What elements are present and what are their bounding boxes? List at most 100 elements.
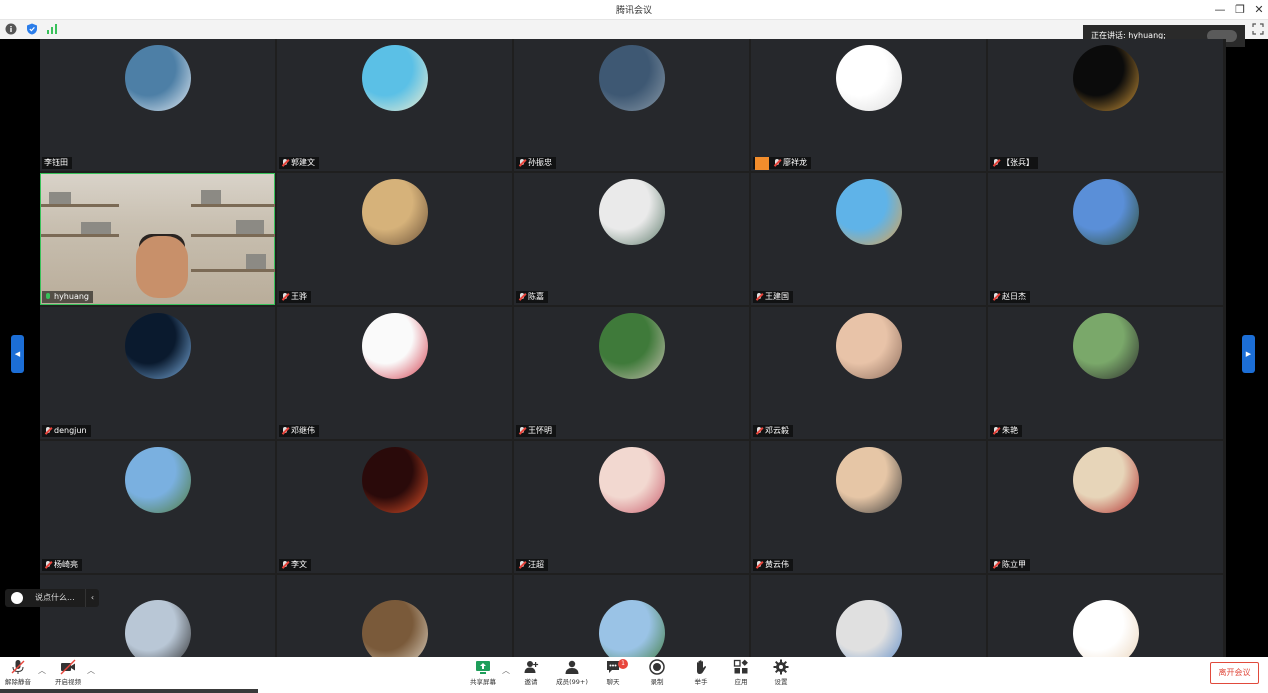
- minimize-icon[interactable]: —: [1212, 2, 1228, 18]
- mic-muted-icon: [281, 292, 289, 302]
- participant-nameplate: 李钰田: [42, 157, 72, 169]
- participant-nameplate: 廖祥龙: [753, 156, 811, 170]
- participant-nameplate: 陈立甲: [990, 559, 1030, 571]
- participant-tile[interactable]: 李钰田: [40, 39, 275, 171]
- participant-tile[interactable]: [988, 575, 1223, 659]
- record-label: 录制: [650, 678, 664, 686]
- settings-button[interactable]: 设置: [764, 659, 798, 691]
- participant-nameplate: 邓继伟: [279, 425, 319, 437]
- participant-tile[interactable]: hyhuang: [40, 173, 275, 305]
- unmute-button[interactable]: 解除静音: [1, 659, 35, 691]
- participant-avatar: [598, 600, 665, 659]
- participant-avatar: [835, 179, 902, 245]
- participant-tile[interactable]: 王怀明: [514, 307, 749, 439]
- participant-tile[interactable]: [277, 575, 512, 659]
- participant-avatar: [361, 45, 428, 111]
- members-label: 成员(99+): [556, 678, 588, 686]
- status-bar: [0, 20, 1268, 39]
- invite-icon: [524, 661, 539, 673]
- participant-name: 邓云毅: [765, 426, 789, 435]
- participant-avatar: [598, 447, 665, 513]
- shield-icon[interactable]: [26, 23, 38, 35]
- participant-nameplate: hyhuang: [42, 291, 93, 303]
- info-icon[interactable]: [5, 23, 17, 35]
- participant-tile[interactable]: 朱艳: [988, 307, 1223, 439]
- participant-tile[interactable]: 邓云毅: [751, 307, 986, 439]
- mic-muted-icon: [518, 426, 526, 436]
- apps-button[interactable]: 应用: [724, 659, 758, 691]
- participant-avatar: [1072, 45, 1139, 111]
- video-options-icon[interactable]: ︿: [87, 665, 95, 676]
- participant-tile[interactable]: 赵日杰: [988, 173, 1223, 305]
- chat-button[interactable]: 1 聊天: [596, 659, 630, 691]
- chat-quick-input[interactable]: 说点什么... ‹: [5, 589, 99, 607]
- participant-name: 赵日杰: [1002, 292, 1026, 301]
- mic-muted-icon: [755, 560, 763, 570]
- mic-muted-icon: [992, 426, 1000, 436]
- participant-tile[interactable]: 孙振忠: [514, 39, 749, 171]
- signal-icon[interactable]: [46, 23, 58, 35]
- start-video-button[interactable]: 开启视频: [51, 659, 85, 691]
- participant-tile[interactable]: 王骅: [277, 173, 512, 305]
- bottom-toolbar: 解除静音 ︿ 开启视频 ︿ 共享屏幕 ︿ 邀请 成员(99+) 1 聊天 录制 …: [0, 657, 1268, 693]
- mic-muted-icon: [992, 560, 1000, 570]
- members-button[interactable]: 成员(99+): [554, 659, 590, 691]
- participant-tile[interactable]: 杨崎亮: [40, 441, 275, 573]
- participant-tile[interactable]: 陈嘉: [514, 173, 749, 305]
- leave-meeting-button[interactable]: 离开会议: [1210, 662, 1259, 684]
- participant-name: 朱艳: [1002, 426, 1018, 435]
- audio-options-icon[interactable]: ︿: [38, 665, 46, 676]
- window-title: 腾讯会议: [615, 6, 652, 16]
- members-icon: [565, 660, 579, 674]
- participant-tile[interactable]: [514, 575, 749, 659]
- chat-label: 聊天: [606, 678, 620, 686]
- participant-name: 杨崎亮: [54, 560, 78, 569]
- invite-button[interactable]: 邀请: [514, 659, 548, 691]
- share-screen-button[interactable]: 共享屏幕: [466, 659, 500, 691]
- participant-tile[interactable]: dengjun: [40, 307, 275, 439]
- participant-tile[interactable]: 黄云伟: [751, 441, 986, 573]
- participant-avatar: [124, 313, 191, 379]
- restore-icon[interactable]: ❐: [1232, 2, 1248, 18]
- emoji-icon[interactable]: [11, 592, 23, 604]
- mic-muted-icon: [518, 560, 526, 570]
- collapse-chat-icon[interactable]: ‹: [85, 589, 99, 607]
- participant-tile[interactable]: 王建国: [751, 173, 986, 305]
- participant-tile[interactable]: 李文: [277, 441, 512, 573]
- chat-placeholder: 说点什么...: [35, 593, 75, 602]
- participant-tile[interactable]: 邓继伟: [277, 307, 512, 439]
- close-icon[interactable]: ✕: [1251, 2, 1267, 18]
- participant-avatar: [361, 313, 428, 379]
- participant-tile[interactable]: [751, 575, 986, 659]
- prev-page-button[interactable]: ◀: [11, 335, 24, 373]
- participant-name: 陈嘉: [528, 292, 544, 301]
- participant-name: 郭建文: [291, 158, 315, 167]
- participant-tile[interactable]: 廖祥龙: [751, 39, 986, 171]
- participant-name: 李文: [291, 560, 307, 569]
- record-button[interactable]: 录制: [640, 659, 674, 691]
- participant-name: 王骅: [291, 292, 307, 301]
- participant-tile[interactable]: 汪超: [514, 441, 749, 573]
- next-page-button[interactable]: ▶: [1242, 335, 1255, 373]
- mic-muted-icon: [755, 426, 763, 436]
- participant-avatar: [598, 179, 665, 245]
- participant-avatar: [124, 600, 191, 659]
- participant-avatar: [1072, 179, 1139, 245]
- share-options-icon[interactable]: ︿: [502, 665, 510, 676]
- participant-nameplate: dengjun: [42, 425, 91, 437]
- taskbar-strip: [0, 689, 258, 693]
- participant-tile[interactable]: 【张兵】: [988, 39, 1223, 171]
- participant-tile[interactable]: 陈立甲: [988, 441, 1223, 573]
- participant-avatar: [1072, 600, 1139, 659]
- mic-active-icon: [44, 292, 52, 302]
- start-video-label: 开启视频: [55, 678, 81, 686]
- mic-muted-icon: [281, 158, 289, 168]
- participant-avatar: [361, 600, 428, 659]
- participant-tile[interactable]: [40, 575, 275, 659]
- title-bar: 腾讯会议 — ❐ ✕: [0, 0, 1268, 20]
- participant-tile[interactable]: 郭建文: [277, 39, 512, 171]
- raise-hand-button[interactable]: 举手: [684, 659, 718, 691]
- fullscreen-icon[interactable]: [1252, 23, 1264, 35]
- raise-hand-label: 举手: [694, 678, 708, 686]
- participant-nameplate: 孙振忠: [516, 157, 556, 169]
